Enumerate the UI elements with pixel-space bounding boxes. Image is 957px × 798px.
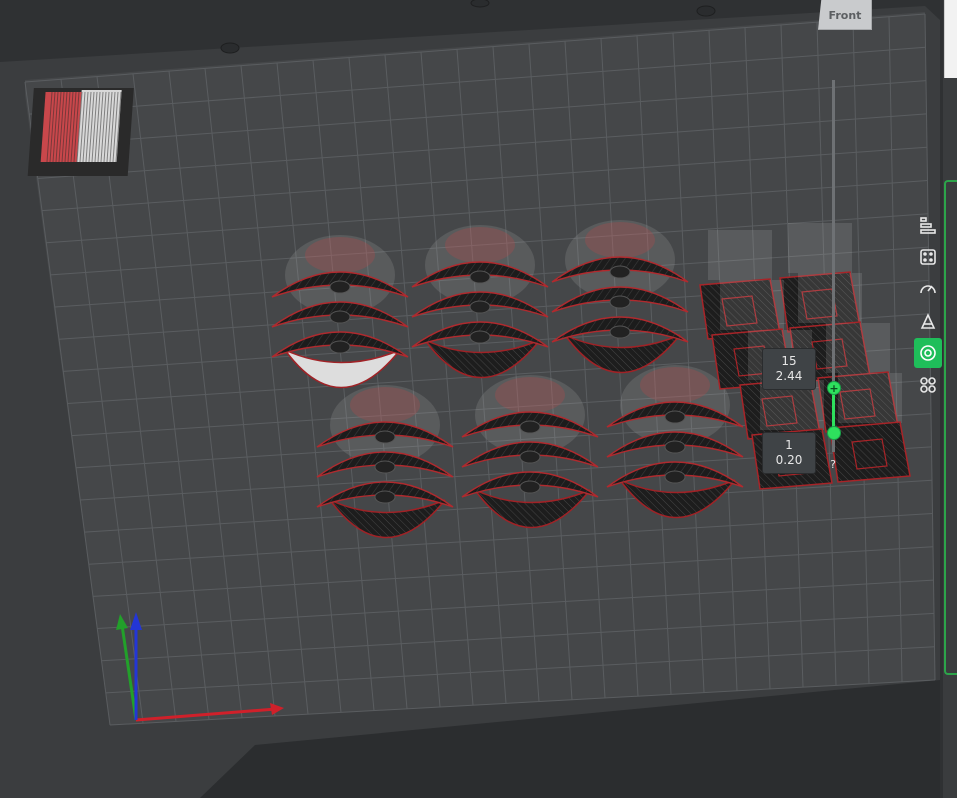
upper-layer-label: 15 2.44 bbox=[762, 348, 816, 390]
calibration-plate bbox=[27, 88, 134, 176]
lower-layer-number: 1 bbox=[785, 438, 793, 452]
ghost-block bbox=[788, 223, 852, 273]
square-part bbox=[829, 373, 911, 483]
part-nub bbox=[664, 440, 686, 454]
view-cube-front[interactable]: Front bbox=[818, 0, 872, 30]
ghost-block bbox=[838, 373, 902, 423]
layers-icon[interactable] bbox=[914, 210, 942, 240]
lower-layer-label: 1 0.20 bbox=[762, 432, 816, 474]
part-nub bbox=[374, 460, 396, 474]
lower-layer-height: 0.20 bbox=[775, 453, 803, 467]
layer-slider-lower-handle[interactable] bbox=[827, 426, 841, 440]
part-nub bbox=[469, 330, 491, 344]
part-nub bbox=[519, 480, 541, 494]
ghost-top bbox=[305, 237, 375, 273]
ghost-block bbox=[720, 280, 784, 330]
ghost-top bbox=[585, 222, 655, 258]
part-nub bbox=[519, 450, 541, 464]
upper-layer-height: 2.44 bbox=[775, 369, 803, 383]
ghost-block bbox=[798, 273, 862, 323]
part-nub bbox=[329, 340, 351, 354]
side-panel-top bbox=[944, 0, 957, 78]
arrange-icon[interactable] bbox=[914, 242, 942, 272]
3d-viewport[interactable] bbox=[0, 0, 957, 798]
square-body bbox=[829, 421, 911, 483]
part-nub bbox=[329, 310, 351, 324]
part-nub bbox=[374, 430, 396, 444]
multi-object-icon[interactable] bbox=[914, 370, 942, 400]
side-panel-frame bbox=[944, 180, 957, 675]
ghost-block bbox=[708, 230, 772, 280]
part-nub bbox=[374, 490, 396, 504]
slider-help-button[interactable]: ? bbox=[824, 455, 842, 473]
ghost-block bbox=[826, 323, 890, 373]
preview-icon[interactable] bbox=[914, 338, 942, 368]
speed-gauge-icon[interactable] bbox=[914, 274, 942, 304]
part-nub bbox=[469, 300, 491, 314]
ghost-top bbox=[350, 387, 420, 423]
part-nub bbox=[469, 270, 491, 284]
part-nub bbox=[329, 280, 351, 294]
part-nub bbox=[609, 265, 631, 279]
ghost-top bbox=[445, 227, 515, 263]
upper-layer-number: 15 bbox=[781, 354, 797, 368]
part-nub bbox=[609, 325, 631, 339]
ghost-top bbox=[495, 377, 565, 413]
part-nub bbox=[664, 470, 686, 484]
part-nub bbox=[519, 420, 541, 434]
ghost-top bbox=[640, 367, 710, 403]
paint-support-icon[interactable] bbox=[914, 306, 942, 336]
part-nub bbox=[609, 295, 631, 309]
preview-toolbar bbox=[914, 210, 942, 400]
layer-slider-upper-handle[interactable]: + bbox=[827, 381, 841, 395]
part-nub bbox=[664, 410, 686, 424]
